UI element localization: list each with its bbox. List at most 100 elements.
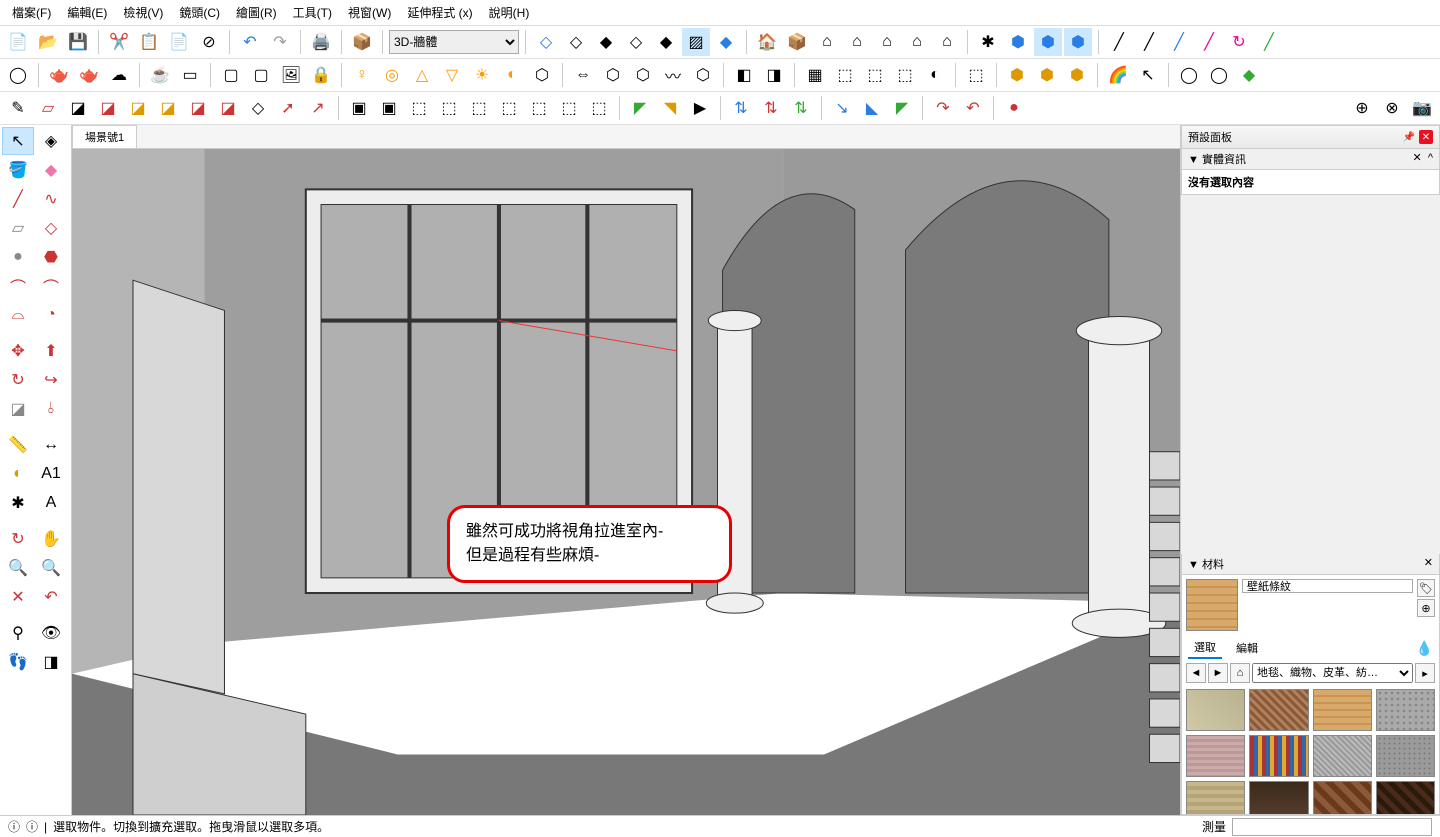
cut-icon[interactable]: ✂️ [105, 28, 133, 56]
rotrect-tool-icon[interactable]: ◇ [35, 214, 67, 242]
geo-3-icon[interactable]: ◆ [1235, 61, 1263, 89]
followme-tool-icon[interactable]: ↪ [35, 366, 67, 394]
push-5-icon[interactable]: ◪ [184, 94, 212, 122]
mat-3-icon[interactable]: ⬢ [1063, 61, 1091, 89]
tab-select[interactable]: 選取 [1188, 637, 1222, 659]
text-tool-icon[interactable]: A1 [35, 460, 67, 488]
material-preview-swatch[interactable] [1186, 579, 1238, 631]
pie-tool-icon[interactable]: ◔ [35, 301, 67, 329]
menu-window[interactable]: 視窗(W) [340, 2, 399, 23]
nav-fwd-icon[interactable]: ► [1208, 663, 1228, 683]
menu-draw[interactable]: 繪圖(R) [228, 2, 285, 23]
grp-6-icon[interactable]: ⬚ [495, 94, 523, 122]
light-3-icon[interactable]: △ [408, 61, 436, 89]
face-style-7-icon[interactable]: ◆ [712, 28, 740, 56]
box-1-icon[interactable]: ▦ [801, 61, 829, 89]
section-3-icon[interactable]: ⬡ [629, 61, 657, 89]
house-5-icon[interactable]: ⌂ [873, 28, 901, 56]
edge-5-icon[interactable]: ↻ [1225, 28, 1253, 56]
open-file-icon[interactable]: 📂 [34, 28, 62, 56]
3dtext-tool-icon[interactable]: A [35, 489, 67, 517]
box-2-icon[interactable]: ⬚ [831, 61, 859, 89]
window-1-icon[interactable]: ▢ [217, 61, 245, 89]
box-5-icon[interactable]: ◐ [921, 61, 949, 89]
status-icon-2[interactable]: ⓘ [26, 818, 38, 835]
section-2-icon[interactable]: ⬡ [599, 61, 627, 89]
material-swatch-11[interactable] [1376, 781, 1435, 815]
mat-2-icon[interactable]: ⬢ [1033, 61, 1061, 89]
axis-icon[interactable]: ✱ [974, 28, 1002, 56]
pencil-icon[interactable]: ✎ [4, 94, 32, 122]
pan-tool-icon[interactable]: ✋ [35, 525, 67, 553]
cup-icon[interactable]: ☕ [146, 61, 174, 89]
section-5-icon[interactable]: ⬡ [689, 61, 717, 89]
grp-3-icon[interactable]: ⬚ [405, 94, 433, 122]
copy-icon[interactable]: 📋 [135, 28, 163, 56]
add-material-icon[interactable]: ⊕ [1417, 599, 1435, 617]
nav-back-icon[interactable]: ◄ [1186, 663, 1206, 683]
section-4-icon[interactable]: 〰 [659, 61, 687, 89]
light-4-icon[interactable]: ▽ [438, 61, 466, 89]
cursor-icon[interactable]: ↖ [1134, 61, 1162, 89]
mir-1-icon[interactable]: ↘ [828, 94, 856, 122]
orbit-tool-icon[interactable]: ↻ [2, 525, 34, 553]
grp-4-icon[interactable]: ⬚ [435, 94, 463, 122]
rect-tool-icon[interactable]: ▱ [2, 214, 34, 242]
push-6-icon[interactable]: ◪ [214, 94, 242, 122]
material-swatch-4[interactable] [1186, 735, 1245, 777]
light-5-icon[interactable]: ☀ [468, 61, 496, 89]
cube-hl2-icon[interactable]: ⬢ [1064, 28, 1092, 56]
grp-1-icon[interactable]: ▣ [345, 94, 373, 122]
rot-1-icon[interactable]: ↷ [929, 94, 957, 122]
geo-2-icon[interactable]: ◯ [1205, 61, 1233, 89]
materials-header[interactable]: ▼ 材料✕ [1181, 554, 1440, 575]
style-select[interactable]: 3D-牆體 [389, 30, 519, 54]
move-tool-icon[interactable]: ✥ [2, 337, 34, 365]
face-style-2-icon[interactable]: ◇ [562, 28, 590, 56]
nav-home-icon[interactable]: ⌂ [1230, 663, 1250, 683]
mir-2-icon[interactable]: ◣ [858, 94, 886, 122]
material-swatch-5[interactable] [1249, 735, 1308, 777]
light-7-icon[interactable]: ⬡ [528, 61, 556, 89]
edge-2-icon[interactable]: ╱ [1135, 28, 1163, 56]
box-3-icon[interactable]: ⬚ [861, 61, 889, 89]
mir-3-icon[interactable]: ◤ [888, 94, 916, 122]
viewport[interactable]: 雖然可成功將視角拉進室內- 但是過程有些麻煩- [72, 149, 1180, 815]
menu-view[interactable]: 檢視(V) [115, 2, 171, 23]
arr-3-icon[interactable]: ▶ [686, 94, 714, 122]
house-1-icon[interactable]: 🏠 [753, 28, 781, 56]
scale-tool-icon[interactable]: ◪ [2, 395, 34, 423]
face-style-3-icon[interactable]: ◆ [592, 28, 620, 56]
close-icon[interactable]: ✕ [1419, 130, 1433, 144]
scene-tab-1[interactable]: 場景號1 [72, 125, 137, 148]
paste-icon[interactable]: 📄 [165, 28, 193, 56]
face-style-4-icon[interactable]: ◇ [622, 28, 650, 56]
pin-icon[interactable]: 📌 [1403, 132, 1415, 143]
position-tool-icon[interactable]: ⚲ [2, 619, 34, 647]
face-style-6-icon[interactable]: ▨ [682, 28, 710, 56]
dim-tool-icon[interactable]: ↔ [35, 431, 67, 459]
zoom-tool-icon[interactable]: 🔍 [2, 554, 34, 582]
line-tool-icon[interactable]: ╱ [2, 185, 34, 213]
pushpull-tool-icon[interactable]: ⬆ [35, 337, 67, 365]
menu-camera[interactable]: 鏡頭(C) [171, 2, 228, 23]
house-2-icon[interactable]: 📦 [783, 28, 811, 56]
rect-icon[interactable]: ▱ [34, 94, 62, 122]
nav-menu-icon[interactable]: ▸ [1415, 663, 1435, 683]
save-icon[interactable]: 💾 [64, 28, 92, 56]
material-name-input[interactable] [1242, 579, 1413, 593]
arr-1-icon[interactable]: ◤ [626, 94, 654, 122]
lasso-tool-icon[interactable]: ◈ [35, 127, 67, 155]
delete-icon[interactable]: ⊘ [195, 28, 223, 56]
freehand-tool-icon[interactable]: ∿ [35, 185, 67, 213]
flip-1-icon[interactable]: ⇅ [727, 94, 755, 122]
material-swatch-1[interactable] [1249, 689, 1308, 731]
house-4-icon[interactable]: ⌂ [843, 28, 871, 56]
protractor-tool-icon[interactable]: ◐ [2, 460, 34, 488]
cloud-icon[interactable]: ☁ [105, 61, 133, 89]
push-7-icon[interactable]: ◇ [244, 94, 272, 122]
push-9-icon[interactable]: ↗ [304, 94, 332, 122]
eraser-tool-icon[interactable]: ◆ [35, 156, 67, 184]
cube-blue-icon[interactable]: ⬢ [1004, 28, 1032, 56]
sphere-icon[interactable]: ● [1000, 94, 1028, 122]
